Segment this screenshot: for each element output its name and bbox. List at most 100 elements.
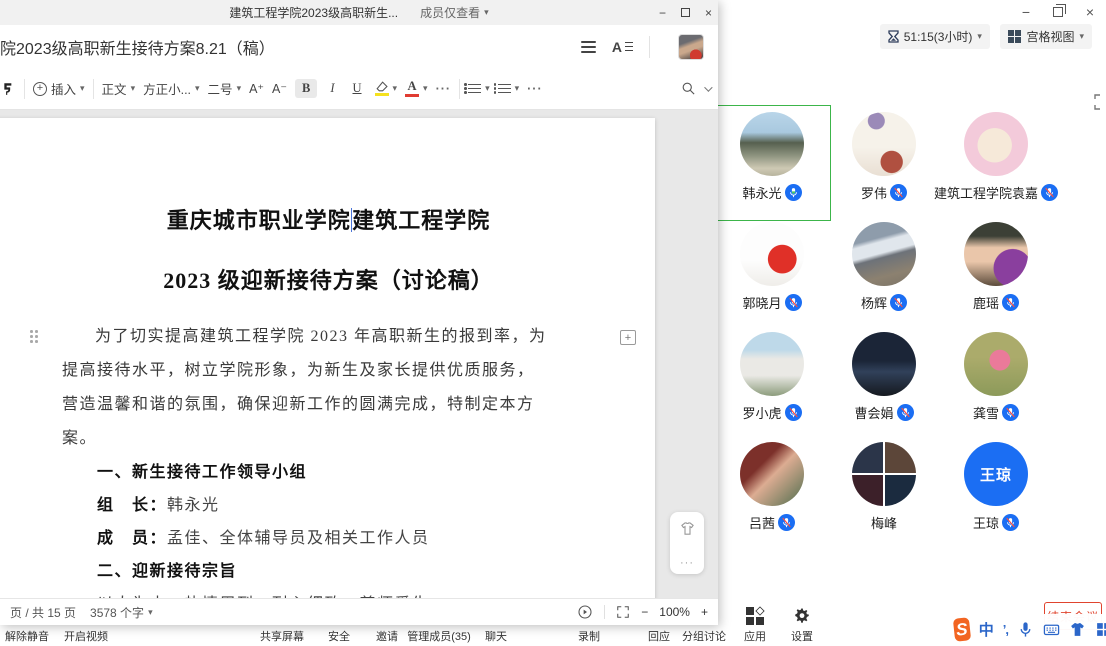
participants-grid: 韩永光 罗伟 建筑工程学院袁嘉 郭晓月 杨辉 鹿瑶: [716, 108, 1052, 548]
more-tools-button[interactable]: ···: [527, 82, 543, 96]
chevron-down-icon: ▾: [485, 83, 490, 94]
chevron-down-icon: ▾: [515, 83, 520, 94]
collapse-toolbar-icon[interactable]: [704, 86, 710, 92]
add-comment-icon[interactable]: +: [620, 330, 636, 345]
participant-avatar: [852, 112, 916, 176]
participant-tile[interactable]: 王琼 王琼: [940, 438, 1052, 548]
participant-avatar: [852, 442, 916, 506]
doc-heading-1: 重庆城市职业学院建筑工程学院: [62, 206, 595, 236]
sogou-logo-icon[interactable]: S: [953, 617, 971, 642]
participant-tile[interactable]: 鹿瑶: [940, 218, 1052, 328]
italic-button[interactable]: I: [325, 79, 339, 98]
plus-circle-icon: +: [33, 82, 47, 96]
participant-tile[interactable]: 建筑工程学院袁嘉: [940, 108, 1052, 218]
decrease-font-button[interactable]: A⁻: [272, 81, 287, 96]
chevron-down-icon: ▾: [977, 31, 982, 42]
text-format-icon[interactable]: A: [612, 39, 633, 55]
maximize-icon[interactable]: [681, 8, 690, 17]
zoom-out-button[interactable]: −: [641, 605, 648, 619]
settings-button[interactable]: 设置: [791, 606, 813, 644]
zoom-in-button[interactable]: +: [701, 605, 708, 619]
hourglass-icon: [888, 30, 899, 43]
increase-font-button[interactable]: A⁺: [249, 81, 264, 96]
underline-button[interactable]: U: [347, 79, 366, 98]
toolbar-button-label: 分组讨论: [682, 628, 726, 644]
participant-name: 鹿瑶: [973, 293, 999, 312]
ime-punctuation-toggle[interactable]: ’,: [1003, 622, 1008, 637]
permission-mode-dropdown[interactable]: 成员仅查看 ▾: [420, 4, 489, 21]
ime-toolbox-icon[interactable]: [1095, 621, 1106, 638]
participant-tile[interactable]: 龚雪: [940, 328, 1052, 438]
participant-tile[interactable]: 吕茜: [716, 438, 828, 548]
participant-avatar: 王琼: [964, 442, 1028, 506]
minimize-icon[interactable]: −: [1018, 4, 1034, 20]
close-icon[interactable]: ×: [1082, 4, 1098, 20]
doc-member-line: 成 员：孟佳、全体辅导员及相关工作人员: [62, 522, 595, 555]
fullscreen-icon[interactable]: [1094, 94, 1106, 110]
screen: − × 51:15(3小时) ▾ 宫格视图 ▾ 韩永光: [0, 0, 1106, 646]
ime-bar: S 中 ’,: [948, 614, 1106, 644]
highlight-color-button[interactable]: ▾: [375, 81, 398, 97]
numbered-list-button[interactable]: ▾: [498, 83, 520, 94]
document-titlebar[interactable]: 建筑工程学院2023级高职新生... 成员仅查看 ▾ − ×: [0, 0, 718, 25]
participant-tile[interactable]: 罗伟: [828, 108, 940, 218]
menu-icon[interactable]: [581, 41, 596, 53]
divider: [93, 79, 94, 99]
meeting-timer-label: 51:15(3小时): [904, 28, 973, 45]
play-mode-icon[interactable]: [577, 604, 593, 620]
size-label: 二号: [208, 79, 233, 98]
document-title: 院2023级高职新生接待方案8.21（稿）: [0, 35, 581, 59]
participant-tile[interactable]: 梅峰: [828, 438, 940, 548]
view-mode-button[interactable]: 宫格视图 ▾: [1000, 24, 1092, 49]
participant-tile[interactable]: 郭晓月: [716, 218, 828, 328]
format-painter-icon[interactable]: [2, 81, 16, 96]
document-header: 院2023级高职新生接待方案8.21（稿） A: [0, 25, 718, 68]
ime-skin-icon[interactable]: [1069, 621, 1086, 638]
font-size-dropdown[interactable]: 二号▾: [208, 79, 242, 98]
participant-tile[interactable]: 韩永光: [716, 108, 828, 218]
apps-grid-icon: [745, 606, 765, 626]
doc-paragraph-line: 提高接待水平，树立学院形象，为新生及家长提供优质服务，: [62, 354, 595, 388]
document-canvas[interactable]: 重庆城市职业学院建筑工程学院 2023 级迎新接待方案（讨论稿） 为了切实提高建…: [0, 110, 718, 598]
skin-panel[interactable]: ···: [670, 512, 704, 574]
bullet-list-button[interactable]: ▾: [468, 83, 490, 94]
drag-handle-icon[interactable]: [30, 330, 38, 343]
toolbar-button-label: 应用: [744, 628, 766, 644]
document-statusbar: 页 / 共 15 页 3578 个字▾ − 100% +: [0, 598, 718, 625]
account-avatar[interactable]: [678, 34, 704, 60]
bold-button[interactable]: B: [295, 79, 317, 98]
fit-page-icon[interactable]: [616, 605, 630, 619]
font-family-dropdown[interactable]: 方正小...▾: [143, 79, 199, 98]
ime-keyboard-icon[interactable]: [1043, 621, 1060, 638]
close-icon[interactable]: ×: [705, 6, 712, 20]
search-icon[interactable]: [681, 81, 696, 96]
toolbar-button-label: 解除静音: [5, 628, 49, 644]
participant-tile[interactable]: 杨辉: [828, 218, 940, 328]
toolbar-button-label: 共享屏幕: [260, 628, 304, 644]
participant-avatar: [964, 112, 1028, 176]
mic-muted-icon: [1002, 404, 1019, 421]
more-formatting-button[interactable]: ···: [436, 82, 452, 96]
toolbar-button-label: 安全: [328, 628, 350, 644]
paragraph-style-dropdown[interactable]: 正文▾: [102, 79, 136, 98]
apps-button[interactable]: 应用: [744, 606, 766, 644]
grid-view-icon: [1008, 30, 1022, 44]
participant-name: 罗伟: [861, 183, 887, 202]
participant-tile[interactable]: 罗小虎: [716, 328, 828, 438]
word-count-dropdown[interactable]: 3578 个字▾: [90, 604, 153, 621]
document-page[interactable]: 重庆城市职业学院建筑工程学院 2023 级迎新接待方案（讨论稿） 为了切实提高建…: [0, 118, 655, 598]
doc-section-heading: 二、迎新接待宗旨: [62, 555, 595, 588]
restore-icon[interactable]: [1050, 4, 1066, 20]
participant-name: 龚雪: [973, 403, 999, 422]
font-color-button[interactable]: A ▾: [405, 80, 428, 97]
minimize-icon[interactable]: −: [659, 6, 666, 20]
ime-language-toggle[interactable]: 中: [979, 619, 994, 640]
doc-paragraph-line: 案。: [62, 422, 595, 456]
meeting-timer-button[interactable]: 51:15(3小时) ▾: [880, 24, 990, 49]
ime-mic-icon[interactable]: [1017, 621, 1034, 638]
chevron-down-icon: ▾: [131, 83, 136, 94]
chevron-down-icon: ▾: [484, 7, 489, 18]
participant-tile[interactable]: 曹会娟: [828, 328, 940, 438]
divider: [24, 79, 25, 99]
insert-dropdown[interactable]: + 插入 ▾: [33, 79, 85, 98]
